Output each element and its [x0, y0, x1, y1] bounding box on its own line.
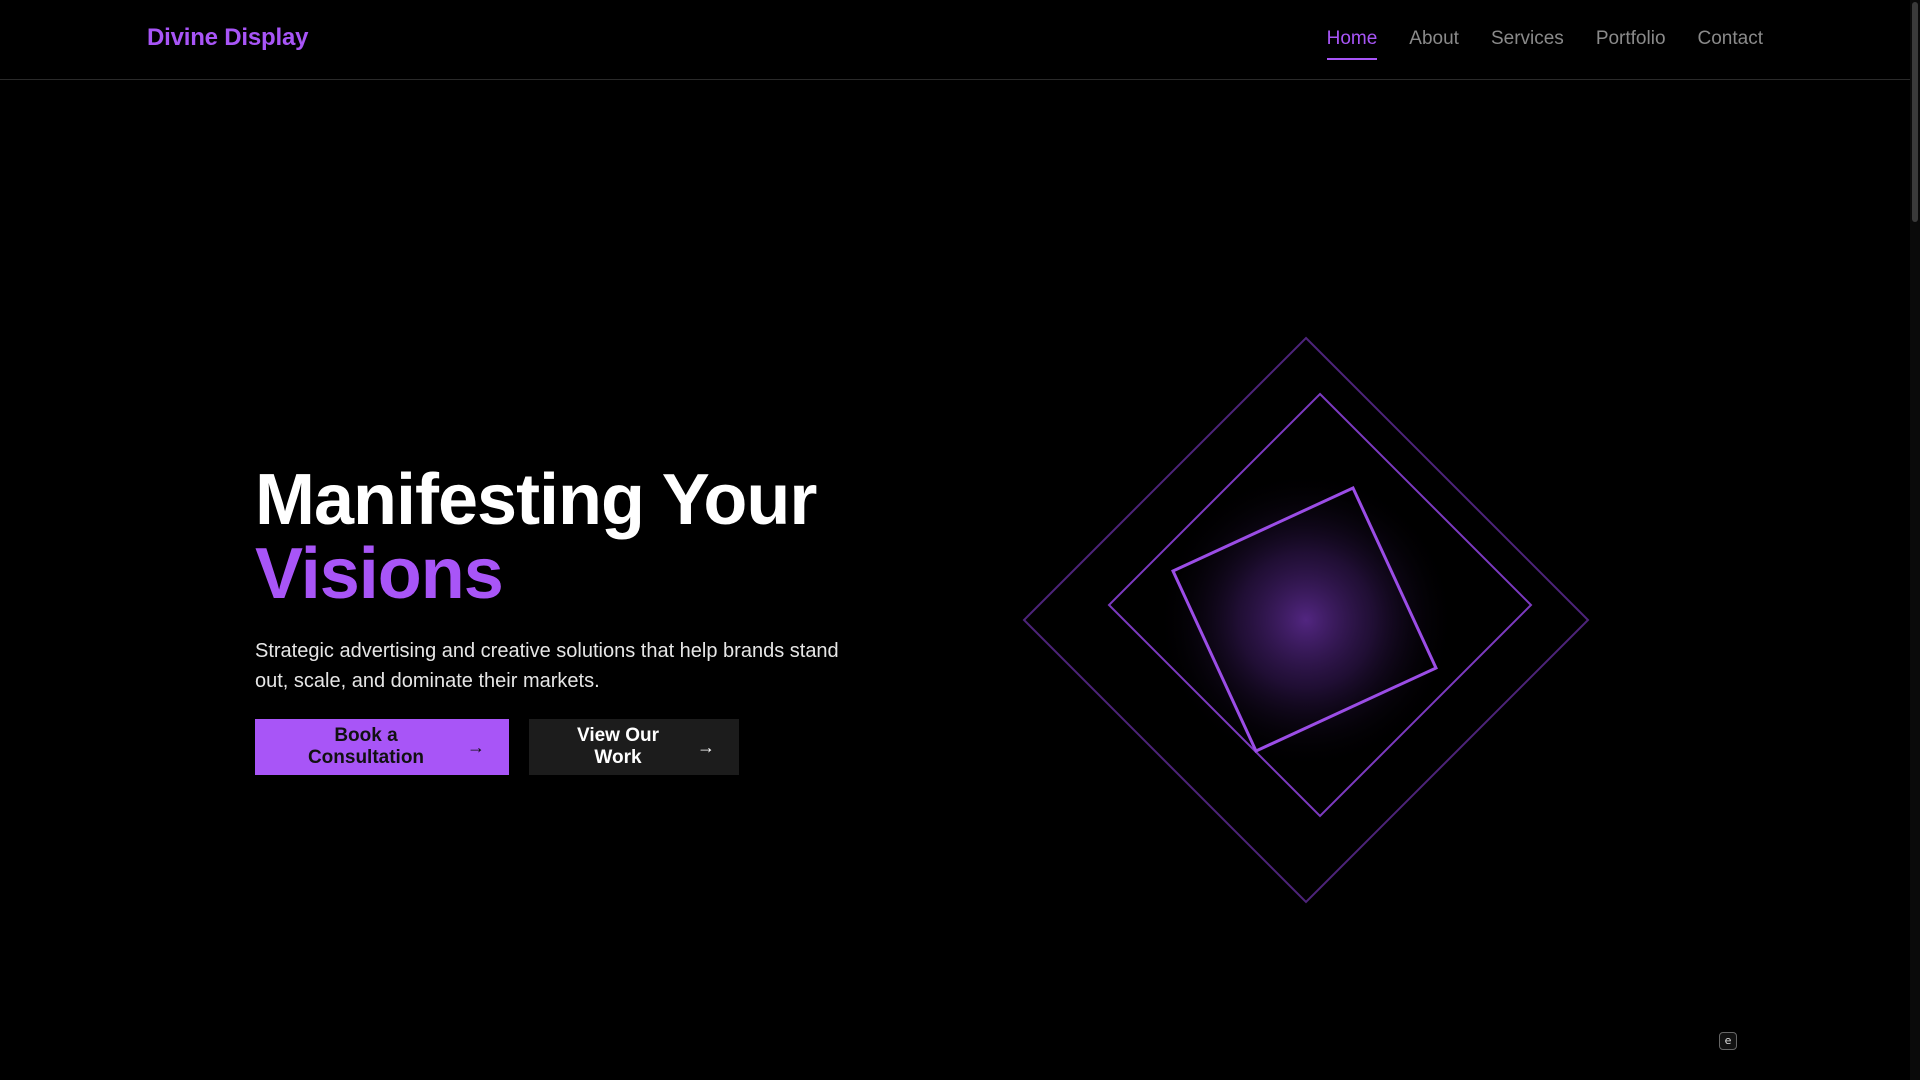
hero-title-line2: Visions [255, 534, 504, 614]
hero-subtitle: Strategic advertising and creative solut… [255, 640, 839, 692]
page-scrollbar[interactable] [1910, 0, 1920, 1080]
main-nav: Home About Services Portfolio Contact [1326, 28, 1763, 60]
scrollbar-thumb[interactable] [1912, 2, 1918, 222]
nested-diamonds-graphic [1022, 336, 1590, 904]
nav-item-home[interactable]: Home [1326, 28, 1377, 60]
arrow-right-icon: → [697, 736, 715, 757]
nav-item-portfolio[interactable]: Portfolio [1596, 28, 1666, 60]
view-work-button[interactable]: View Our Work → [529, 719, 739, 775]
e-badge-icon[interactable]: e [1719, 1032, 1737, 1050]
book-consultation-button[interactable]: Book a Consultation → [255, 719, 509, 775]
hero-title-line1: Manifesting Your [255, 460, 817, 540]
book-consultation-label: Book a Consultation [307, 725, 425, 768]
brand-logo[interactable]: Divine Display [147, 24, 308, 52]
nav-item-about[interactable]: About [1409, 28, 1459, 60]
arrow-right-icon: → [467, 736, 485, 757]
nav-item-contact[interactable]: Contact [1698, 28, 1763, 60]
view-work-label: View Our Work [576, 725, 659, 768]
site-header: Divine Display Home About Services Portf… [0, 0, 1910, 80]
hero-title: Manifesting Your Visions [255, 460, 817, 614]
nav-item-services[interactable]: Services [1491, 28, 1564, 60]
page: Divine Display Home About Services Portf… [0, 0, 1920, 1080]
